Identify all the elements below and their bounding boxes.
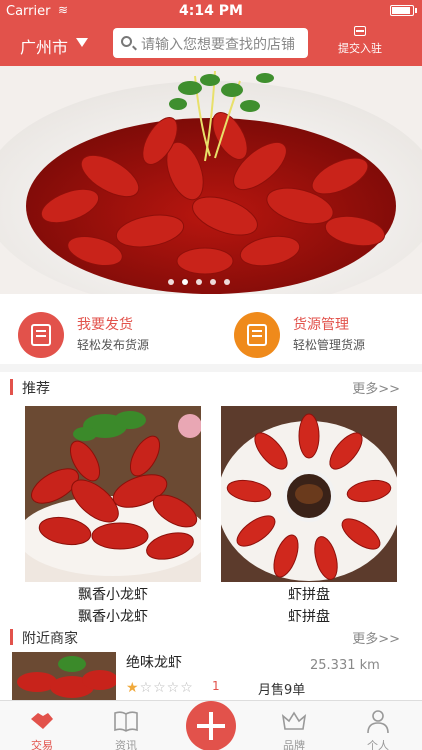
section-marker: [10, 379, 13, 395]
crown-icon: [281, 711, 307, 730]
recommended-list: 飘香小龙虾 飘香小龙虾 虾拼盘 虾拼盘: [0, 402, 422, 626]
search-icon: [121, 36, 132, 47]
add-button[interactable]: [186, 701, 236, 750]
nearby-section-header: 附近商家 更多>>: [0, 622, 422, 652]
tab-trade[interactable]: 交易: [0, 701, 84, 750]
merchant-list-item[interactable]: 绝味龙虾 25.331 km ★☆☆☆☆ 1 月售9单: [0, 652, 422, 700]
carousel-dot[interactable]: [210, 279, 216, 285]
user-icon: [367, 710, 389, 734]
merchant-image: [12, 652, 116, 700]
product-card[interactable]: 飘香小龙虾 飘香小龙虾: [25, 406, 201, 626]
handshake-icon: [31, 713, 53, 729]
rating-score: 1: [212, 679, 220, 693]
tab-trade-label: 交易: [31, 739, 53, 750]
carousel-dot[interactable]: [196, 279, 202, 285]
battery-icon: [390, 5, 417, 16]
recommended-section-header: 推荐 更多>>: [0, 372, 422, 402]
carousel-dot[interactable]: [168, 279, 174, 285]
top-header: Carrier ≋ 4:14 PM 广州市 请输入您想要查找的店铺 提交入驻: [0, 0, 422, 66]
product-image: [25, 406, 201, 582]
tab-profile-label: 个人: [367, 739, 389, 750]
store-icon: [354, 26, 366, 36]
book-icon: [114, 711, 138, 732]
product-name: 飘香小龙虾: [78, 587, 148, 603]
crawfish-dish-image: [0, 66, 422, 294]
nearby-title: 附近商家: [22, 631, 78, 647]
section-marker: [10, 629, 13, 645]
quick-actions: 我要发货 轻松发布货源 货源管理 轻松管理货源: [0, 294, 422, 364]
merchant-distance: 25.331 km: [310, 658, 380, 673]
ship-goods-subtitle: 轻松发布货源: [77, 338, 150, 352]
product-image: [221, 406, 397, 582]
caret-down-icon[interactable]: [76, 38, 88, 47]
recommended-more-link[interactable]: 更多>>: [352, 378, 400, 397]
product-name: 虾拼盘: [288, 587, 330, 603]
monthly-sales: 月售9单: [258, 683, 306, 698]
recommended-title: 推荐: [22, 381, 50, 397]
tab-brand[interactable]: 品牌: [252, 701, 336, 750]
banner-carousel[interactable]: [0, 66, 422, 294]
tab-news-label: 资讯: [115, 739, 137, 750]
carousel-indicator[interactable]: [168, 279, 230, 289]
rating-stars: ★☆☆☆☆: [126, 680, 194, 696]
status-time: 4:14 PM: [179, 3, 243, 19]
submit-join-label: 提交入驻: [338, 42, 382, 55]
tab-news[interactable]: 资讯: [84, 701, 168, 750]
manage-goods-subtitle: 轻松管理货源: [293, 338, 366, 352]
search-input[interactable]: 请输入您想要查找的店铺: [113, 28, 308, 58]
edit-document-icon: [18, 312, 64, 358]
merchant-name: 绝味龙虾: [126, 655, 182, 671]
manage-document-icon: [234, 312, 280, 358]
status-bar: Carrier ≋ 4:14 PM: [0, 0, 422, 22]
search-placeholder: 请输入您想要查找的店铺: [141, 37, 295, 53]
product-card[interactable]: 虾拼盘 虾拼盘: [221, 406, 397, 626]
ship-goods-button[interactable]: 我要发货 轻松发布货源: [18, 312, 208, 358]
nearby-more-link[interactable]: 更多>>: [352, 628, 400, 647]
carousel-dot-active[interactable]: [182, 279, 188, 285]
carousel-dot[interactable]: [224, 279, 230, 285]
tab-profile[interactable]: 个人: [336, 701, 420, 750]
city-selector[interactable]: 广州市: [20, 34, 68, 58]
ship-goods-title: 我要发货: [77, 317, 133, 333]
tab-brand-label: 品牌: [283, 739, 305, 750]
submit-join-button[interactable]: 提交入驻: [328, 26, 392, 62]
manage-goods-title: 货源管理: [293, 317, 349, 333]
manage-goods-button[interactable]: 货源管理 轻松管理货源: [234, 312, 404, 358]
